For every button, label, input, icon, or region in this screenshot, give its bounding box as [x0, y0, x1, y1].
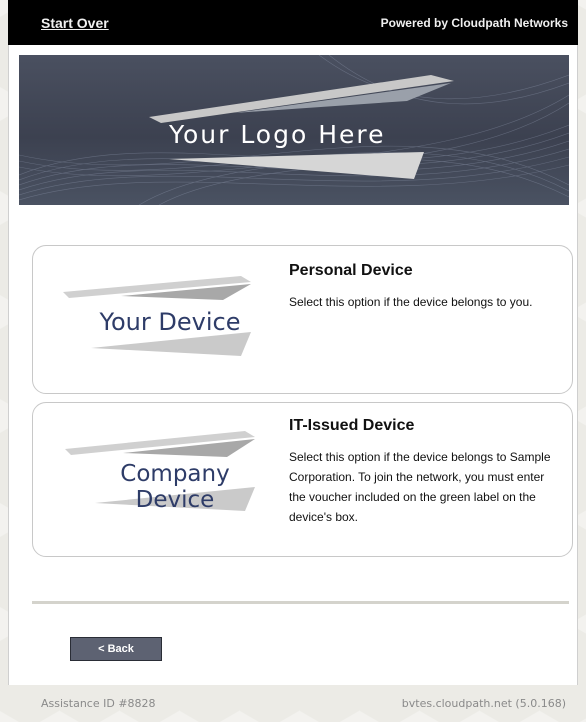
- your-device-logo-text: Your Device: [99, 308, 241, 336]
- content-frame: Your Logo Here Your Device Personal Devi…: [8, 45, 578, 685]
- assistance-id: Assistance ID #8828: [41, 697, 156, 710]
- your-device-logo: Your Device: [51, 264, 271, 374]
- top-bar: Start Over Powered by Cloudpath Networks: [8, 0, 578, 45]
- server-info: bvtes.cloudpath.net (5.0.168): [401, 697, 566, 710]
- personal-device-text: Personal Device Select this option if th…: [289, 262, 558, 312]
- personal-device-option[interactable]: Your Device Personal Device Select this …: [32, 245, 573, 394]
- banner-logo-text: Your Logo Here: [168, 120, 386, 149]
- powered-by-text: Powered by Cloudpath Networks: [380, 15, 568, 30]
- personal-device-description: Select this option if the device belongs…: [289, 295, 533, 309]
- it-issued-device-description: Select this option if the device belongs…: [289, 450, 551, 524]
- logo-banner: Your Logo Here: [19, 55, 569, 205]
- banner-graphic: Your Logo Here: [19, 55, 569, 205]
- divider: [32, 601, 569, 604]
- it-issued-device-title: IT-Issued Device: [289, 417, 415, 434]
- personal-device-title: Personal Device: [289, 262, 413, 279]
- footer: Assistance ID #8828 bvtes.cloudpath.net …: [8, 685, 578, 722]
- back-button[interactable]: < Back: [70, 637, 162, 661]
- start-over-link[interactable]: Start Over: [41, 15, 109, 31]
- company-device-logo: Company Device: [51, 417, 271, 527]
- company-device-logo-text: Company Device: [120, 461, 230, 513]
- it-issued-device-text: IT-Issued Device Select this option if t…: [289, 417, 558, 527]
- it-issued-device-option[interactable]: Company Device IT-Issued Device Select t…: [32, 402, 573, 557]
